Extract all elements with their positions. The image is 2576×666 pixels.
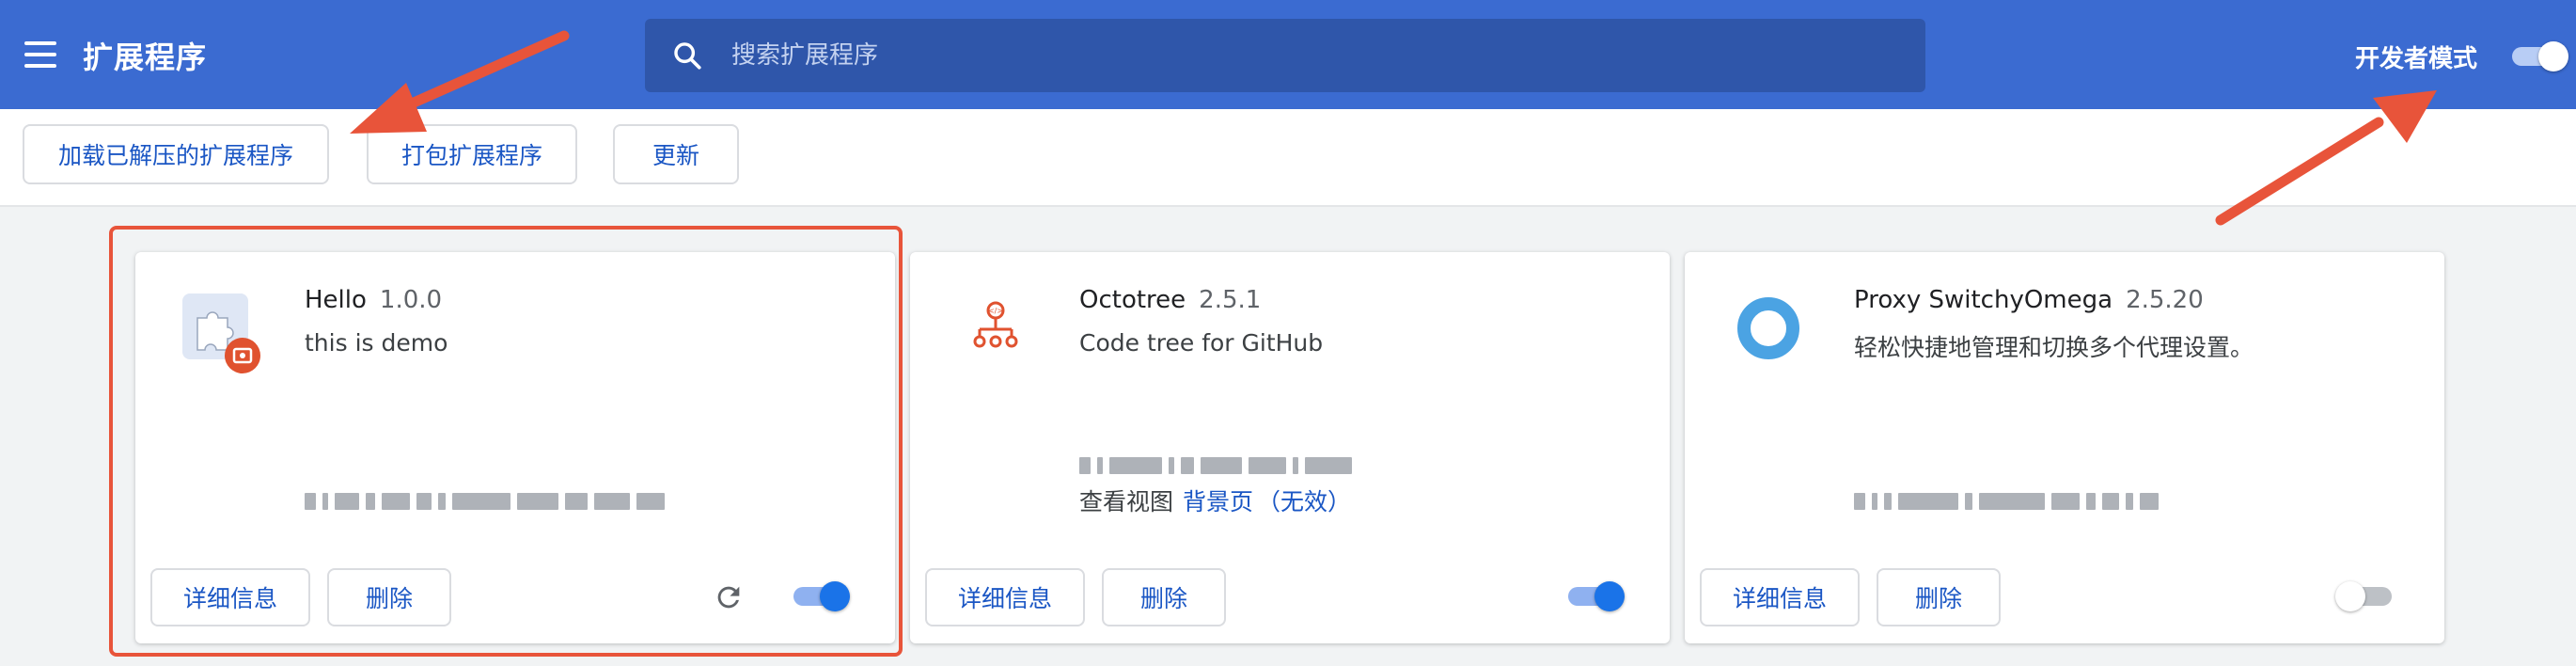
developer-mode-toggle[interactable] xyxy=(2512,41,2568,71)
extension-enable-toggle[interactable] xyxy=(1568,581,1626,611)
remove-button[interactable]: 删除 xyxy=(1877,568,2001,626)
search-icon xyxy=(674,42,701,70)
extension-id-blurred xyxy=(305,491,665,512)
top-header: 扩展程序 开发者模式 xyxy=(0,0,2576,109)
extension-description: Code tree for GitHub xyxy=(1079,329,1324,357)
remove-button[interactable]: 删除 xyxy=(327,568,451,626)
extension-name: Octotree 2.5.1 xyxy=(1079,286,1262,314)
puzzle-piece-icon xyxy=(182,293,260,373)
extension-enable-toggle[interactable] xyxy=(2335,581,2395,611)
extension-version: 2.5.20 xyxy=(2126,286,2204,314)
extension-id-blurred xyxy=(1079,455,1352,476)
extension-version: 2.5.1 xyxy=(1199,286,1262,314)
svg-text:</>: </> xyxy=(988,307,1003,315)
extension-name: Hello 1.0.0 xyxy=(305,286,443,314)
extension-description: 轻松快捷地管理和切换多个代理设置。 xyxy=(1854,334,2254,361)
hamburger-menu-icon[interactable] xyxy=(24,41,56,68)
details-button[interactable]: 详细信息 xyxy=(150,568,310,626)
remove-button[interactable]: 删除 xyxy=(1102,568,1226,626)
reload-icon[interactable] xyxy=(713,581,745,613)
extension-id-blurred xyxy=(1854,491,2159,512)
search-box[interactable] xyxy=(645,19,1925,92)
inspect-views: 查看视图 背景页 （无效） xyxy=(1079,484,1351,517)
octotree-icon: </> xyxy=(973,301,1018,348)
developer-toolbar: 加载已解压的扩展程序 打包扩展程序 更新 xyxy=(0,109,2576,207)
background-page-status: （无效） xyxy=(1257,488,1352,515)
switchyomega-ring-icon xyxy=(1737,297,1799,359)
developer-mode-label: 开发者模式 xyxy=(2355,45,2478,73)
update-button[interactable]: 更新 xyxy=(613,124,739,184)
extension-version: 1.0.0 xyxy=(379,286,443,314)
extension-card-hello: Hello 1.0.0 this is demo 详细信息 删除 xyxy=(135,252,895,643)
inspect-views-label: 查看视图 xyxy=(1079,488,1174,515)
background-page-link[interactable]: 背景页 xyxy=(1183,488,1253,515)
extension-description: this is demo xyxy=(305,329,448,357)
extension-name: Proxy SwitchyOmega 2.5.20 xyxy=(1854,286,2204,314)
load-unpacked-button[interactable]: 加载已解压的扩展程序 xyxy=(23,124,329,184)
pack-extension-button[interactable]: 打包扩展程序 xyxy=(367,124,577,184)
details-button[interactable]: 详细信息 xyxy=(925,568,1085,626)
extension-card-octotree: </> Octotree 2.5.1 Code tree for GitHub 查… xyxy=(910,252,1670,643)
extension-enable-toggle[interactable] xyxy=(793,581,852,611)
extension-card-switchyomega: Proxy SwitchyOmega 2.5.20 轻松快捷地管理和切换多个代理设… xyxy=(1685,252,2444,643)
details-button[interactable]: 详细信息 xyxy=(1700,568,1860,626)
search-input[interactable] xyxy=(731,19,1897,92)
page-title: 扩展程序 xyxy=(83,40,208,75)
